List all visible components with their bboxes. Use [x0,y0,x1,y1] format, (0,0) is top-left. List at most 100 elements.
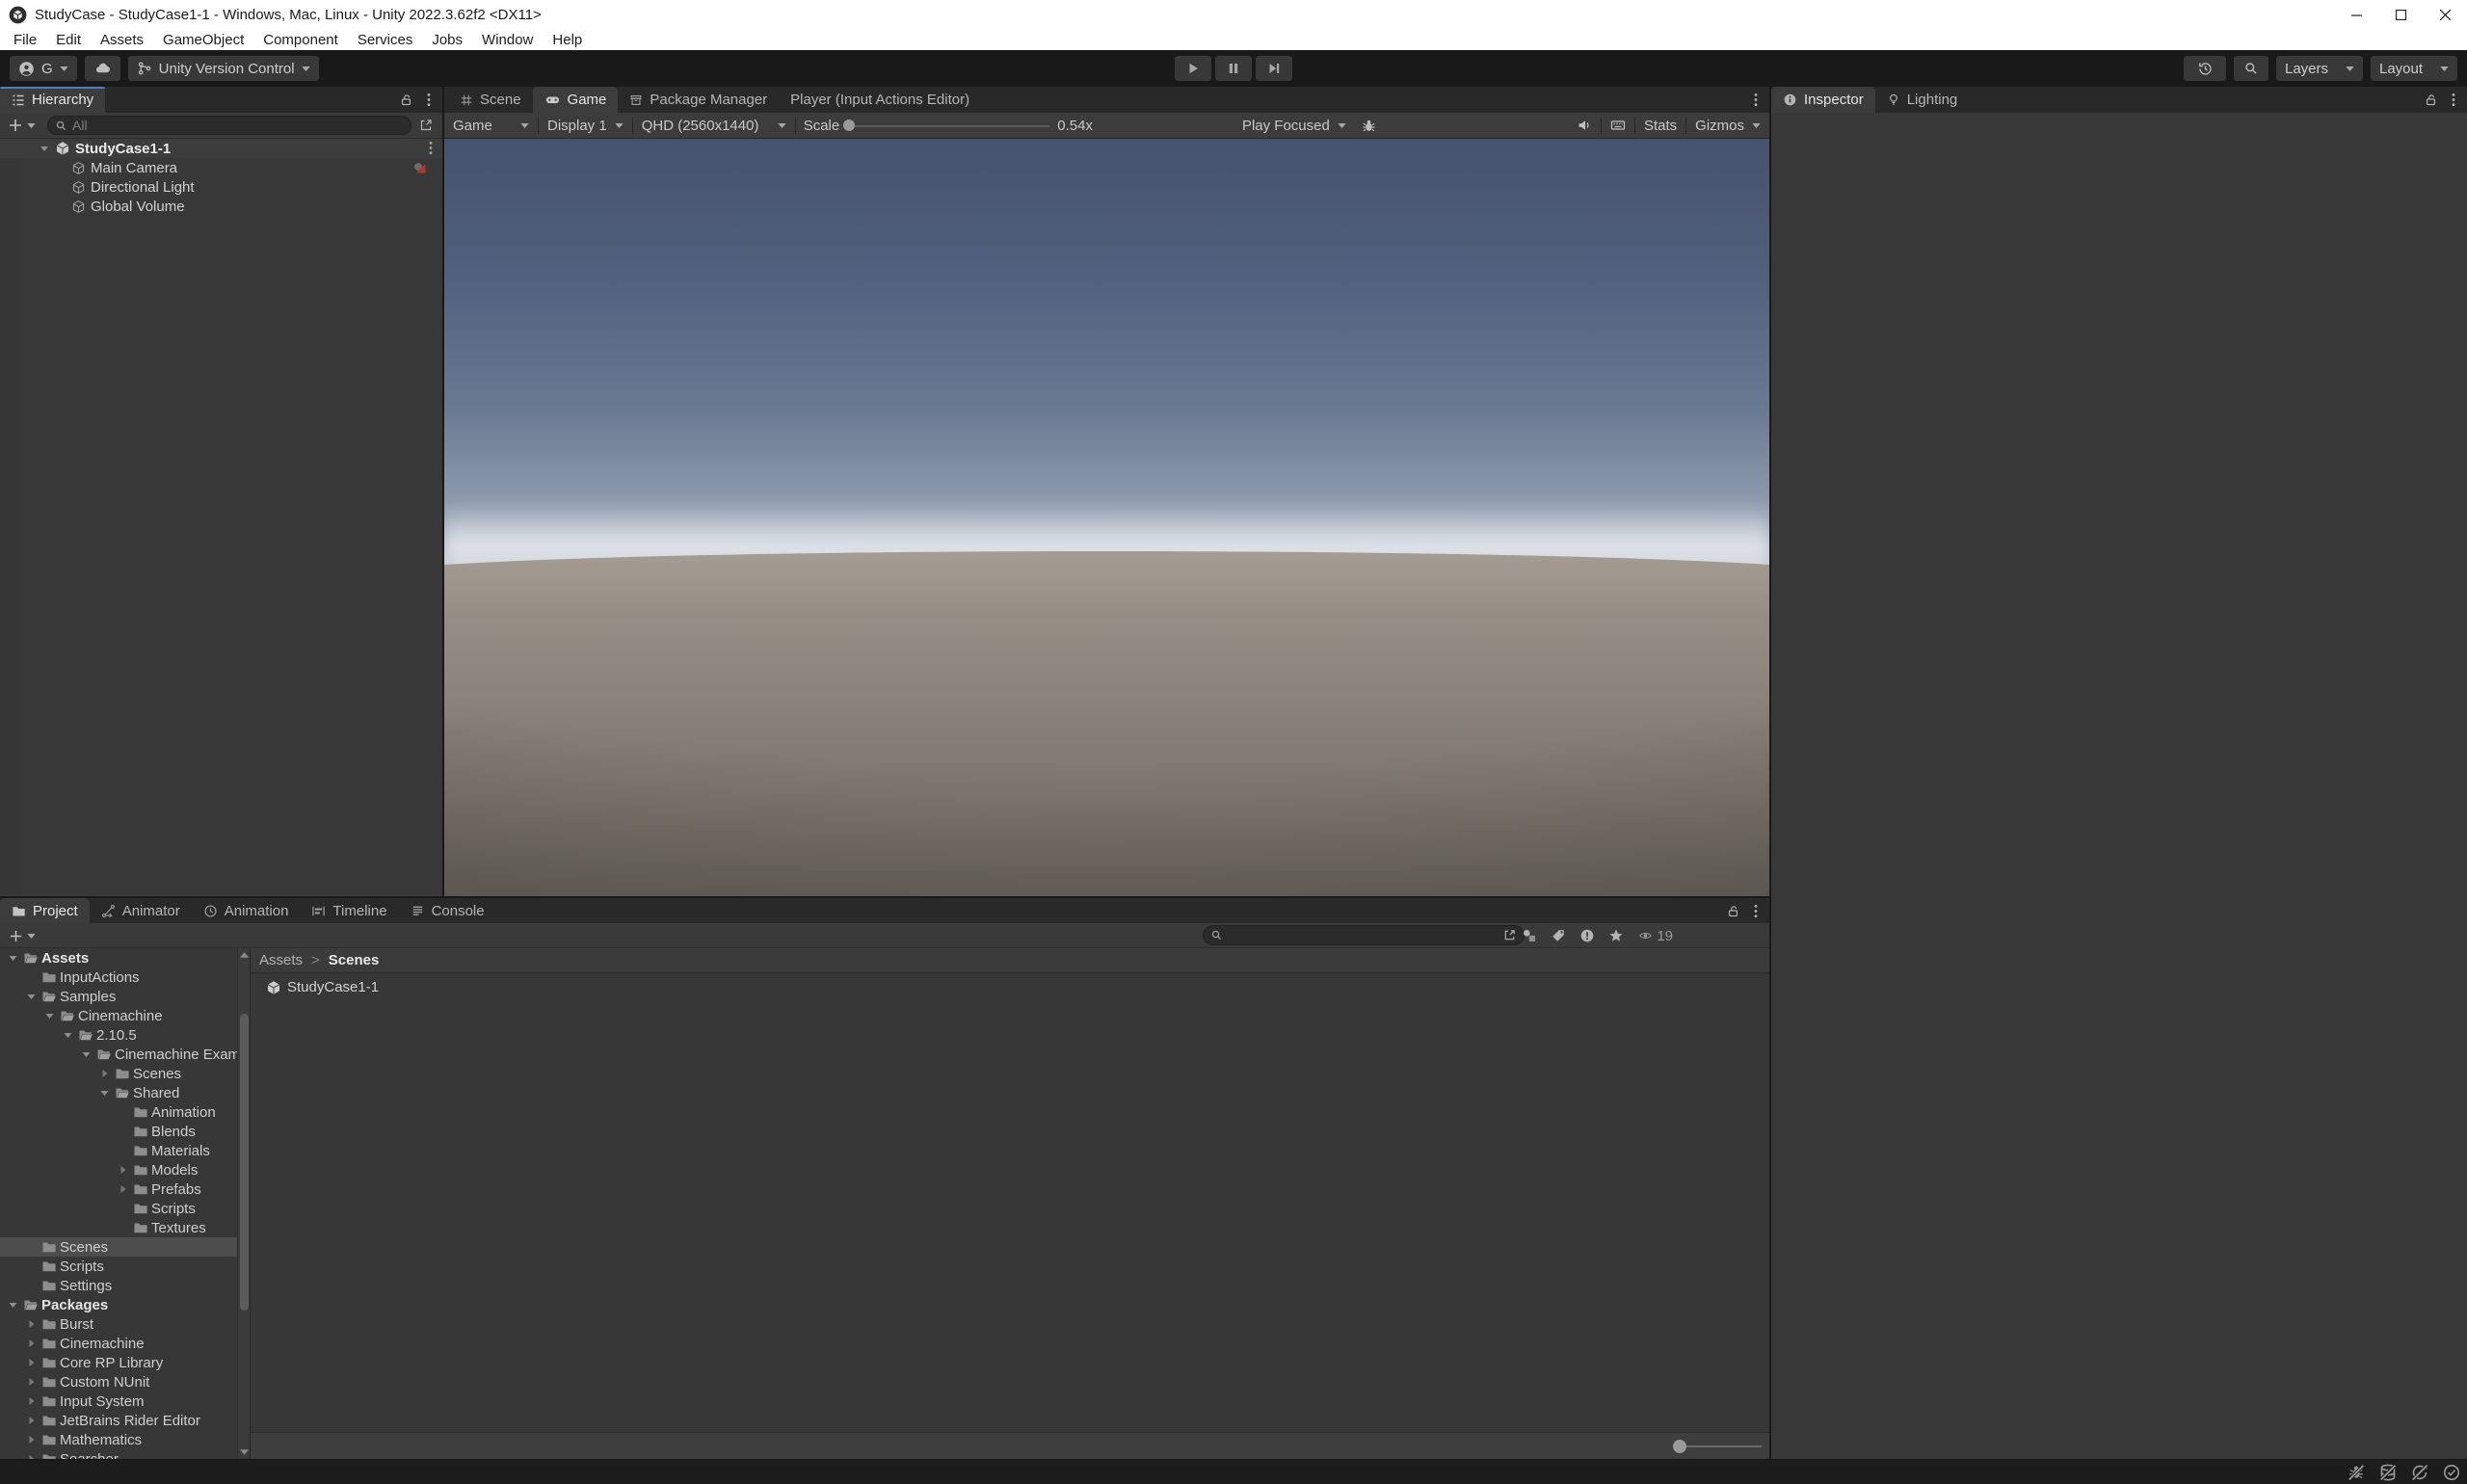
tab-inspector[interactable]: Inspector [1771,87,1875,113]
hierarchy-search-input[interactable] [72,118,404,133]
pause-button[interactable] [1215,56,1252,81]
tab-package-manager[interactable]: Package Manager [618,87,779,113]
project-tree-item[interactable]: Packages [0,1295,237,1314]
maximize-button[interactable] [2378,0,2423,29]
foldout-closed-icon[interactable] [24,1318,39,1330]
resolution-dropdown[interactable]: QHD (2560x1440) [633,113,795,138]
menu-edit[interactable]: Edit [46,29,91,50]
tab-lighting[interactable]: Lighting [1875,87,1970,113]
hierarchy-item-main-camera[interactable]: Main Camera [0,158,442,177]
project-tree-item[interactable]: Cinemachine [0,1006,237,1025]
breadcrumb-scenes[interactable]: Scenes [329,952,380,968]
project-tree-item[interactable]: Input System [0,1391,237,1411]
lock-icon[interactable] [1726,904,1740,918]
scale-slider[interactable] [843,113,1053,138]
auto-refresh-disabled-icon[interactable] [2410,1463,2429,1482]
layers-dropdown[interactable]: Layers [2276,56,2363,81]
hidden-packages-toggle[interactable]: 19 [1637,928,1673,944]
foldout-closed-icon[interactable] [24,1357,39,1368]
project-tree-item[interactable]: Core RP Library [0,1353,237,1372]
foldout-closed-icon[interactable] [24,1338,39,1349]
hierarchy-item-global-volume[interactable]: Global Volume [0,197,442,216]
menu-file[interactable]: File [4,29,46,50]
project-tree-item[interactable]: Settings [0,1276,237,1295]
stats-toggle[interactable]: Stats [1635,118,1685,134]
create-asset-button[interactable] [9,929,23,943]
debugger-disabled-icon[interactable] [2347,1463,2366,1482]
hierarchy-item-directional-light[interactable]: Directional Light [0,177,442,197]
project-tree-item[interactable]: Materials [0,1141,237,1160]
menu-window[interactable]: Window [472,29,543,50]
project-tree-item[interactable]: Textures [0,1218,237,1237]
project-tree-item[interactable]: Assets [0,948,237,967]
tab-player-input-actions[interactable]: Player (Input Actions Editor) [779,87,981,113]
tab-game[interactable]: Game [532,87,619,113]
favorites-star-icon[interactable] [1608,928,1624,943]
asset-item-scene[interactable]: StudyCase1-1 [260,977,385,997]
project-tree-item[interactable]: Scenes [0,1237,237,1257]
search-by-type-icon[interactable] [1522,928,1537,943]
layout-dropdown[interactable]: Layout [2371,56,2457,81]
project-tree-item[interactable]: Custom NUnit [0,1372,237,1391]
vsync-keyboard-icon[interactable] [1609,118,1627,133]
foldout-open-icon[interactable] [39,143,50,154]
mute-audio-icon[interactable] [1576,118,1593,133]
project-tree-item[interactable]: Models [0,1160,237,1179]
kebab-menu-icon[interactable] [429,141,433,155]
scale-slider-thumb[interactable] [843,119,856,131]
lock-icon[interactable] [399,93,413,107]
game-mode-dropdown[interactable]: Game [444,113,538,138]
project-tree-item[interactable]: Burst [0,1314,237,1334]
add-object-button[interactable] [8,118,23,133]
picker-icon[interactable] [418,118,434,133]
step-button[interactable] [1256,56,1292,81]
project-tree-item[interactable]: Blends [0,1122,237,1141]
project-tree-item[interactable]: Cinemachine Exam [0,1045,237,1064]
project-search-input[interactable] [1228,927,1498,943]
foldout-closed-icon[interactable] [24,1376,39,1388]
minimize-button[interactable] [2334,0,2378,29]
project-tree-item[interactable]: Animation [0,1102,237,1122]
scroll-up-icon[interactable] [239,952,249,958]
display-dropdown[interactable]: Display 1 [539,113,632,138]
tab-scene[interactable]: Scene [448,87,533,113]
tab-project[interactable]: Project [0,898,90,923]
project-tree-item[interactable]: Scripts [0,1199,237,1218]
tab-animation[interactable]: Animation [192,898,301,923]
project-tree-item[interactable]: Shared [0,1083,237,1102]
foldout-open-icon[interactable] [97,1087,112,1099]
menu-gameobject[interactable]: GameObject [153,29,253,50]
play-button[interactable] [1175,56,1211,81]
tab-animator[interactable]: Animator [90,898,192,923]
version-control-button[interactable]: Unity Version Control [127,56,319,81]
game-viewport[interactable] [444,139,1769,896]
project-tree-item[interactable]: JetBrains Rider Editor [0,1411,237,1430]
cloud-button[interactable] [84,56,120,81]
foldout-open-icon[interactable] [24,991,39,1002]
gizmos-dropdown[interactable]: Gizmos [1686,113,1769,138]
foldout-closed-icon[interactable] [116,1183,130,1195]
tab-timeline[interactable]: Timeline [300,898,398,923]
kebab-menu-icon[interactable] [1754,904,1758,918]
menu-services[interactable]: Services [348,29,423,50]
foldout-closed-icon[interactable] [24,1415,39,1426]
tab-console[interactable]: Console [399,898,496,923]
play-focused-dropdown[interactable]: Play Focused [1234,113,1355,138]
foldout-closed-icon[interactable] [97,1068,112,1079]
scroll-down-icon[interactable] [240,1449,249,1455]
debug-bug-icon[interactable] [1361,118,1377,134]
account-button[interactable]: G [10,56,77,81]
asset-zoom-slider[interactable] [1673,1433,1762,1460]
project-tree-item[interactable]: Scenes [0,1064,237,1083]
project-tree-item[interactable]: 2.10.5 [0,1025,237,1045]
cache-server-disabled-icon[interactable] [2378,1463,2398,1482]
project-tree-scrollbar[interactable] [237,948,250,1459]
project-tree-item[interactable]: Scripts [0,1257,237,1276]
hierarchy-scene-row[interactable]: StudyCase1-1 [0,139,442,158]
scrollbar-thumb[interactable] [240,1014,249,1311]
menu-assets[interactable]: Assets [91,29,153,50]
menu-jobs[interactable]: Jobs [422,29,472,50]
project-tree-item[interactable]: Mathematics [0,1430,237,1449]
foldout-closed-icon[interactable] [24,1434,39,1445]
search-by-label-icon[interactable] [1551,928,1566,943]
